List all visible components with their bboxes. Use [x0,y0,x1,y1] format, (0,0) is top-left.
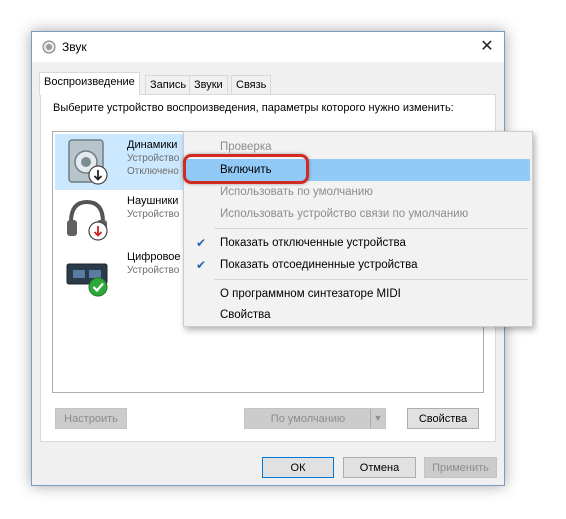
menu-separator [214,228,528,229]
menu-item-properties[interactable]: Свойства [186,304,530,326]
set-default-button[interactable]: По умолчанию ▼ [244,408,386,429]
properties-button[interactable]: Свойства [407,408,479,429]
speaker-device-icon [68,139,108,185]
check-icon: ✔ [196,236,207,250]
menu-item-set-default[interactable]: Использовать по умолчанию [186,181,530,203]
device-name: Наушники [127,195,179,207]
close-button[interactable]: ✕ [478,38,496,56]
menu-item-set-default-comm[interactable]: Использовать устройство связи по умолчан… [186,203,530,225]
chevron-down-icon[interactable]: ▼ [370,409,385,428]
menu-separator [214,279,528,280]
close-icon: ✕ [480,38,494,55]
menu-item-midi[interactable]: О программном синтезаторе MIDI [186,283,530,305]
device-status: Отключено [127,166,179,177]
tab-sounds[interactable]: Звуки [189,75,228,94]
digital-audio-icon [66,263,108,297]
device-description: Устройство [127,209,180,220]
menu-item-label: Показать отсоединенные устройства [220,259,418,271]
menu-item-show-disabled[interactable]: ✔ Показать отключенные устройства [186,232,530,254]
check-icon: ✔ [196,258,207,272]
configure-button[interactable]: Настроить [55,408,127,429]
device-name: Динамики [127,139,178,151]
annotation-highlight-ring [183,154,309,184]
tab-recording[interactable]: Запись [145,75,192,94]
device-description: Устройство [127,153,180,164]
menu-item-label: Показать отключенные устройства [220,237,406,249]
window-title: Звук [62,40,87,54]
headphones-icon [67,199,108,241]
device-name: Цифровое а [127,251,190,263]
cancel-button[interactable]: Отмена [343,457,416,478]
title-bar[interactable]: Звук ✕ [32,32,504,62]
tab-communications[interactable]: Связь [231,75,272,94]
tab-playback[interactable]: Воспроизведение [39,72,140,95]
ok-button[interactable]: ОК [262,457,334,478]
instruction-text: Выберите устройство воспроизведения, пар… [53,102,454,114]
set-default-label: По умолчанию [270,413,346,425]
device-description: Устройство [127,265,180,276]
menu-item-show-disconnected[interactable]: ✔ Показать отсоединенные устройства [186,254,530,276]
speaker-icon [42,40,56,54]
apply-button[interactable]: Применить [424,457,497,478]
